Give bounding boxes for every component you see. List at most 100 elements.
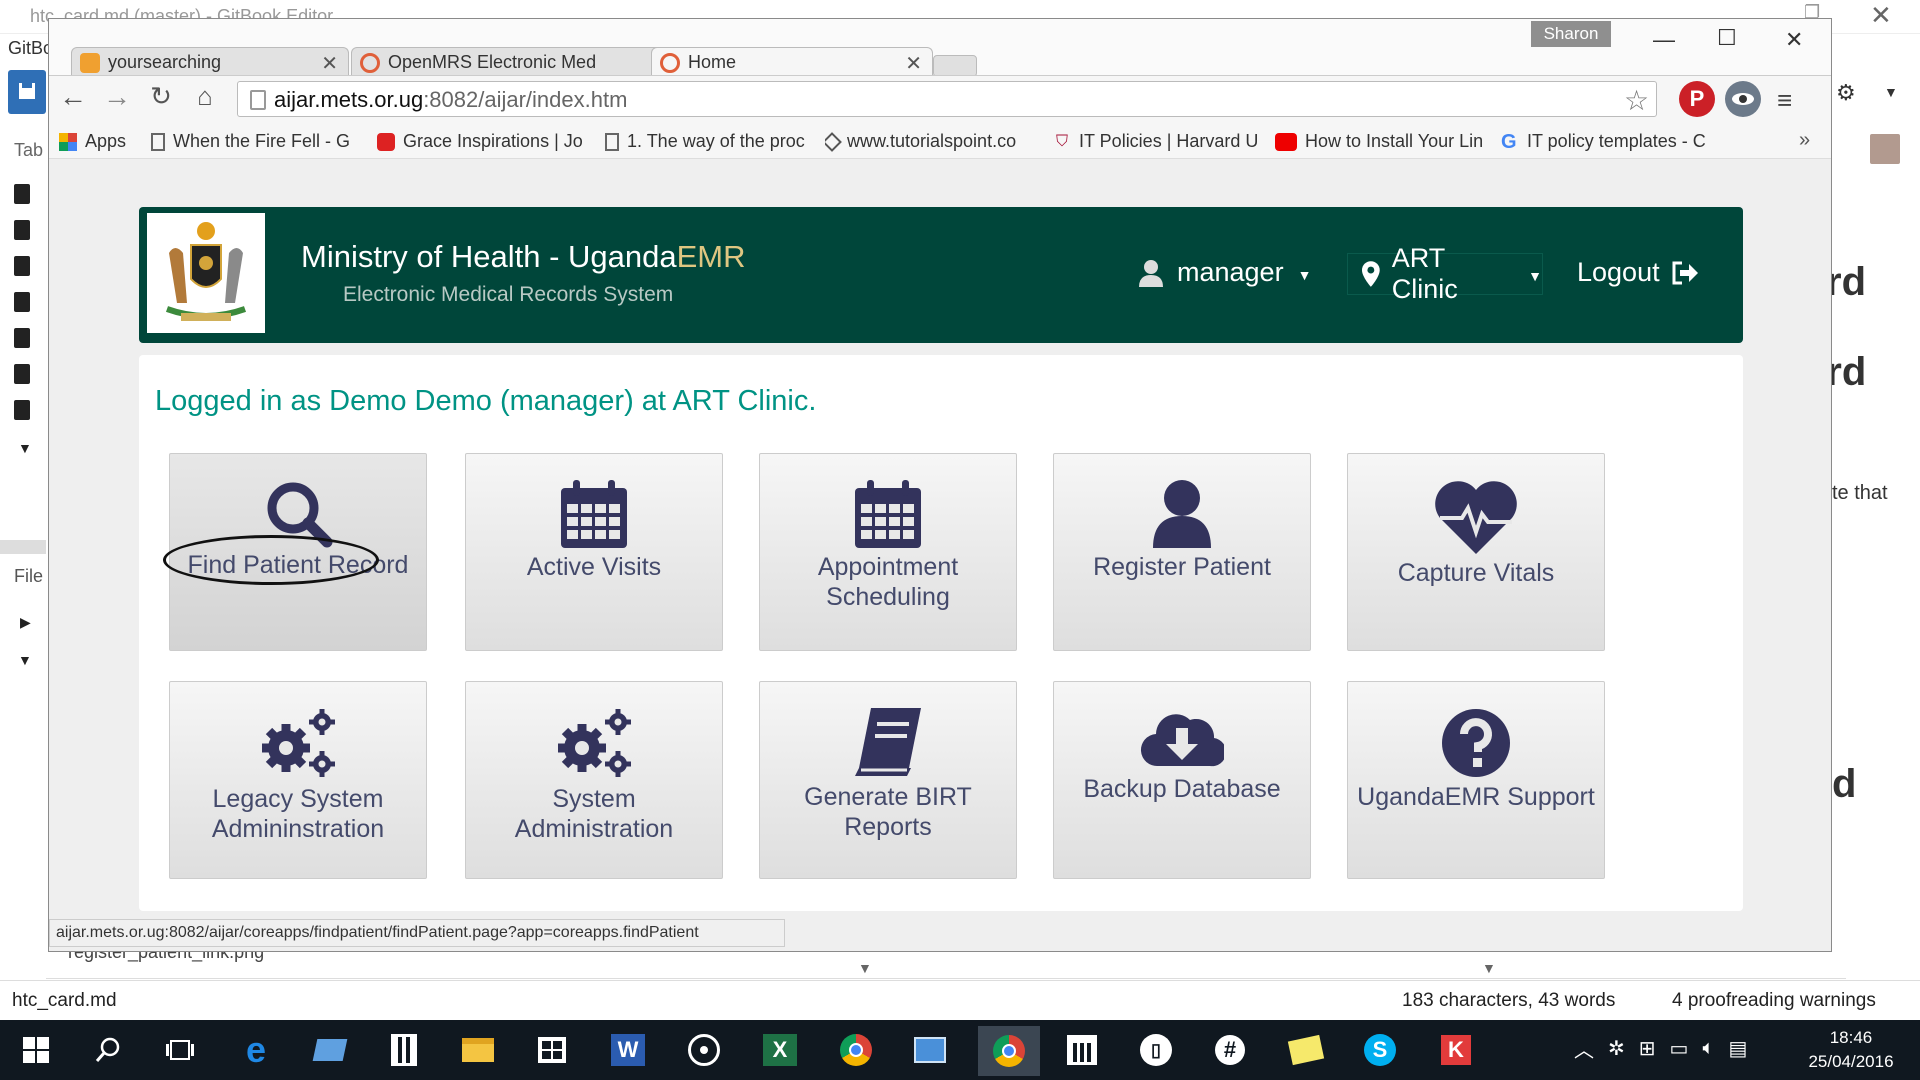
file-doc-icon[interactable] — [14, 220, 30, 240]
bookmark-item[interactable]: ⛉ IT Policies | Harvard U — [1053, 131, 1287, 152]
tile-capture-vitals[interactable]: Capture Vitals — [1347, 453, 1605, 651]
clock-date: 25/04/2016 — [1808, 1052, 1894, 1071]
uganda-coat-of-arms-logo[interactable] — [147, 213, 265, 333]
bookmark-star-icon[interactable]: ☆ — [1624, 84, 1649, 117]
bookmark-label: IT policy templates - C — [1527, 131, 1706, 151]
menu-hamburger-icon[interactable]: ≡ — [1777, 85, 1792, 116]
eye-extension-icon[interactable] — [1725, 81, 1761, 117]
tree-expand-icon[interactable]: ▼ — [18, 440, 32, 456]
bookmark-item[interactable]: www.tutorialspoint.co — [825, 131, 1065, 152]
word-icon[interactable]: W — [608, 1030, 648, 1070]
youtube-icon — [1275, 132, 1297, 151]
network-icon[interactable]: ⊞ — [1639, 1036, 1656, 1061]
bookmark-item[interactable]: Grace Inspirations | Jo — [377, 131, 617, 152]
tile-register-patient[interactable]: Register Patient — [1053, 453, 1311, 651]
user-menu[interactable]: manager ▼ — [1139, 257, 1311, 288]
minimize-icon[interactable]: — — [1653, 27, 1675, 53]
tile-active-visits[interactable]: Active Visits — [465, 453, 723, 651]
more-bookmarks-icon[interactable]: » — [1799, 129, 1810, 152]
file-doc-icon[interactable] — [14, 256, 30, 276]
gitbook-icon[interactable]: ▯ — [1136, 1030, 1176, 1070]
editor-fragment: te that — [1832, 482, 1888, 504]
avatar[interactable] — [1870, 134, 1900, 164]
reload-icon[interactable]: ↻ — [143, 81, 179, 112]
calculator-icon[interactable] — [384, 1030, 424, 1070]
show-hidden-icons-icon[interactable]: ︿ — [1574, 1034, 1594, 1063]
edge-browser-icon[interactable]: e — [236, 1029, 276, 1070]
file-doc-icon[interactable] — [14, 184, 30, 204]
close-window-icon[interactable]: ✕ — [1785, 27, 1803, 53]
media-player-icon[interactable] — [684, 1030, 724, 1070]
settings-gear-icon[interactable]: ✲ — [1608, 1036, 1625, 1061]
battery-icon[interactable]: ▭ — [1670, 1036, 1689, 1061]
scroll-down-icon[interactable]: ▼ — [1482, 960, 1496, 976]
settings-gear-icon[interactable]: ⚙ — [1836, 80, 1856, 106]
bookmark-apps[interactable]: Apps — [59, 131, 126, 152]
page-icon — [151, 132, 165, 151]
tile-ugandaemr-support[interactable]: UgandaEMR Support — [1347, 681, 1605, 879]
close-tab-icon[interactable]: ✕ — [905, 51, 922, 76]
new-tab-button[interactable] — [933, 55, 977, 77]
scroll-down-icon[interactable]: ▼ — [858, 960, 872, 976]
skype-icon[interactable]: S — [1360, 1030, 1400, 1070]
status-proofreading[interactable]: 4 proofreading warnings — [1672, 990, 1876, 1012]
home-icon[interactable]: ⌂ — [187, 81, 223, 112]
location-menu[interactable]: ART Clinic ▼ — [1347, 243, 1543, 304]
profile-button[interactable]: Sharon — [1531, 21, 1611, 47]
excel-icon[interactable]: X — [760, 1030, 800, 1070]
editor-splitter[interactable] — [0, 540, 46, 554]
tab-home[interactable]: Home ✕ — [651, 47, 933, 77]
file-doc-icon[interactable] — [14, 364, 30, 384]
tab-openmrs[interactable]: OpenMRS Electronic Med ✕ — [351, 47, 685, 77]
tree-expand-icon[interactable]: ▼ — [18, 652, 32, 668]
start-windows-icon[interactable] — [16, 1030, 56, 1070]
file-doc-icon[interactable] — [14, 400, 30, 420]
chrome-active-icon[interactable] — [978, 1026, 1040, 1076]
tree-collapse-icon[interactable]: ▶ — [20, 614, 31, 631]
url-text[interactable]: aijar.mets.or.ug:8082/aijar/index.htm — [274, 87, 627, 113]
tutorialspoint-icon — [825, 131, 842, 152]
sticky-notes-icon[interactable] — [1286, 1030, 1326, 1070]
save-button[interactable] — [8, 70, 46, 114]
bookmarks-bar: Apps When the Fire Fell - G Grace Inspir… — [49, 123, 1831, 159]
search-icon[interactable] — [88, 1030, 128, 1070]
notifications-icon[interactable]: ▤ — [1728, 1036, 1747, 1061]
volume-icon[interactable]: 🔈︎ — [1702, 1037, 1714, 1060]
page-icon — [250, 90, 266, 110]
tile-system-administration[interactable]: System Administration — [465, 681, 723, 879]
remote-desktop-icon[interactable] — [310, 1030, 350, 1070]
back-arrow-icon[interactable]: ← — [55, 81, 91, 113]
clock[interactable]: 18:46 25/04/2016 — [1806, 1026, 1896, 1074]
tile-backup-database[interactable]: Backup Database — [1053, 681, 1311, 879]
close-tab-icon[interactable]: ✕ — [321, 51, 338, 76]
kaspersky-icon[interactable]: K — [1436, 1030, 1476, 1070]
user-name: manager — [1177, 257, 1284, 287]
bookmark-item[interactable]: G IT policy templates - C — [1501, 131, 1751, 152]
tile-appointment-scheduling[interactable]: Appointment Scheduling — [759, 453, 1017, 651]
file-doc-icon[interactable] — [14, 292, 30, 312]
pinterest-icon[interactable]: P — [1679, 81, 1715, 117]
task-view-icon[interactable] — [160, 1030, 200, 1070]
slack-icon[interactable]: # — [1210, 1030, 1250, 1070]
bookmark-item[interactable]: When the Fire Fell - G — [151, 131, 391, 152]
tile-generate-birt-reports[interactable]: Generate BIRT Reports — [759, 681, 1017, 879]
tab-yoursearching[interactable]: yoursearching ✕ — [71, 47, 349, 77]
chevron-down-icon[interactable]: ▼ — [1884, 84, 1898, 100]
calendar-icon[interactable] — [1062, 1030, 1102, 1070]
store-icon[interactable] — [532, 1030, 572, 1070]
address-bar[interactable]: aijar.mets.or.ug:8082/aijar/index.htm ☆ — [237, 81, 1657, 117]
bookmark-item[interactable]: 1. The way of the proc — [605, 131, 845, 152]
file-doc-icon[interactable] — [14, 328, 30, 348]
chrome-icon[interactable] — [836, 1030, 876, 1070]
calendar-icon — [855, 480, 921, 548]
tile-legacy-system-administration[interactable]: Legacy System Admininstration — [169, 681, 427, 879]
file-explorer-icon[interactable] — [458, 1030, 498, 1070]
logout-link[interactable]: Logout — [1577, 257, 1698, 288]
editor-close-icon[interactable]: ✕ — [1870, 0, 1892, 31]
forward-arrow-icon[interactable]: → — [99, 81, 135, 113]
maximize-icon[interactable]: ☐ — [1717, 25, 1737, 51]
control-panel-icon[interactable] — [910, 1030, 950, 1070]
system-tray: ︿ ✲ ⊞ ▭ 🔈︎ ▤ — [1574, 1034, 1747, 1063]
location-name: ART Clinic — [1391, 243, 1458, 304]
bookmark-item[interactable]: How to Install Your Lin — [1275, 131, 1515, 152]
